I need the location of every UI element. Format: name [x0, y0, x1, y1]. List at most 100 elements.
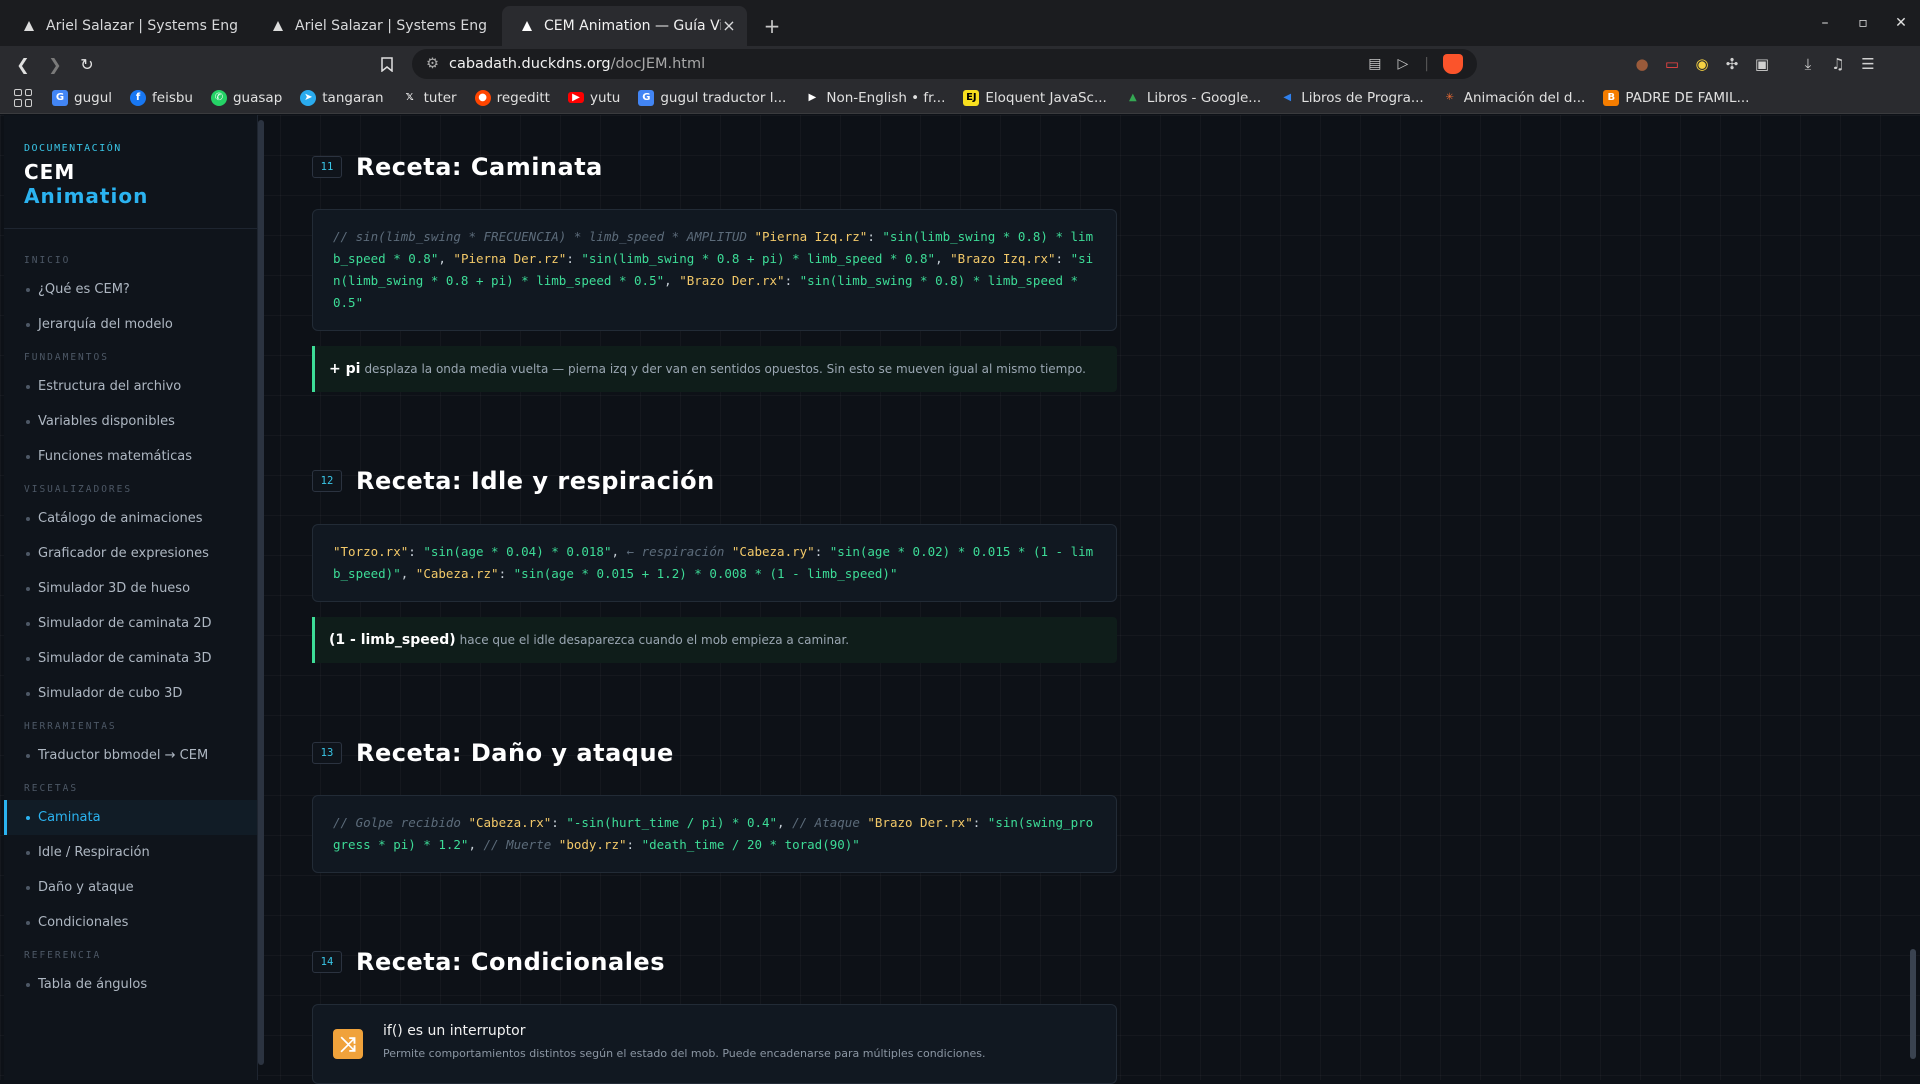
play-icon: ▶ — [808, 92, 817, 103]
extension-circle-icon[interactable]: ◉ — [1687, 49, 1717, 79]
code-comment: // Muerte — [483, 837, 559, 852]
sidebar-item-caminata-3d[interactable]: Simulador de caminata 3D — [4, 641, 257, 676]
extensions-puzzle-icon[interactable]: ✣ — [1717, 49, 1747, 79]
extension-cookie-icon[interactable]: ● — [1627, 49, 1657, 79]
code-comment: // Ataque — [792, 815, 868, 830]
bookmark-regeditt[interactable]: ● regeditt — [474, 89, 550, 106]
card-description: Permite comportamientos distintos según … — [383, 1047, 986, 1060]
nav-section-title: RECETAS — [24, 783, 79, 794]
whatsapp-icon: ✆ — [210, 89, 227, 106]
bookmark-guasap[interactable]: ✆ guasap — [210, 89, 282, 106]
sidebar-item-catalogo[interactable]: Catálogo de animaciones — [4, 501, 257, 536]
sidebar-item-idle[interactable]: Idle / Respiración — [4, 835, 257, 870]
code-key: "Cabeza.ry" — [731, 544, 815, 559]
sidebar-item-caminata[interactable]: Caminata — [4, 800, 257, 835]
bookmark-icon[interactable] — [372, 49, 402, 79]
section-number: 12 — [312, 470, 342, 492]
code-punct: , — [777, 815, 793, 830]
downloads-icon[interactable]: ⤓ — [1793, 49, 1823, 79]
code-punct: , — [664, 273, 680, 288]
bookmark-yutu[interactable]: ▶ yutu — [567, 90, 620, 106]
sidebar-item-funciones[interactable]: Funciones matemáticas — [4, 439, 257, 474]
nav-section-title: INICIO — [24, 255, 71, 266]
sidebar-item-graficador[interactable]: Graficador de expresiones — [4, 536, 257, 571]
site-favicon-icon — [271, 19, 285, 33]
bookmark-non-english[interactable]: ▶ Non-English • fr... — [804, 90, 945, 106]
close-tab-icon[interactable]: × — [721, 18, 737, 34]
tab-3-active[interactable]: CEM Animation — Guía Visu × — [502, 6, 747, 46]
note-text: hace que el idle desaparezca cuando el m… — [459, 633, 850, 647]
send-icon[interactable]: ▷ — [1398, 56, 1409, 72]
nav-section-herramientas: HERRAMIENTAS Traductor bbmodel → CEM — [4, 721, 257, 773]
nav-section-referencia: REFERENCIA Tabla de ángulos — [4, 950, 257, 1002]
blogger-icon: B — [1603, 89, 1620, 106]
tab-1[interactable]: Ariel Salazar | Systems Enginee — [4, 6, 249, 46]
bookmark-padre-de-familia[interactable]: B PADRE DE FAMIL... — [1603, 89, 1749, 106]
sidebar-scrollbar[interactable] — [258, 120, 264, 1065]
section-number: 13 — [312, 742, 342, 764]
bookmark-feisbu[interactable]: f feisbu — [130, 89, 193, 106]
reader-mode-icon[interactable]: ▤ — [1368, 56, 1381, 72]
bookmark-tangaran[interactable]: ➤ tangaran — [300, 89, 384, 106]
reddit-icon: ● — [474, 89, 491, 106]
sidebar-item-estructura[interactable]: Estructura del archivo — [4, 369, 257, 404]
menu-icon[interactable]: ☰ — [1853, 49, 1883, 79]
card-title: if() es un interruptor — [383, 1023, 526, 1039]
bookmark-libros-programacion[interactable]: ◀ Libros de Progra... — [1279, 90, 1423, 106]
code-key: "Torzo.rx" — [333, 544, 409, 559]
sidebar-item-jerarquia[interactable]: Jerarquía del modelo — [4, 307, 257, 342]
code-punct: , — [611, 544, 627, 559]
x-icon: 𝕏 — [405, 92, 414, 103]
close-window-icon[interactable]: ✕ — [1882, 6, 1920, 40]
bookmark-gugul[interactable]: Ggugul — [52, 89, 112, 106]
bookmark-tuter[interactable]: 𝕏tuter — [402, 90, 457, 106]
forward-icon[interactable]: ❯ — [40, 49, 70, 79]
sidebar-item-dano-ataque[interactable]: Daño y ataque — [4, 870, 257, 905]
sidebar-item-variables[interactable]: Variables disponibles — [4, 404, 257, 439]
brand-name-line2: Animation — [24, 184, 149, 208]
sidebar-item-caminata-2d[interactable]: Simulador de caminata 2D — [4, 606, 257, 641]
code-string: "sin(age * 0.04) * 0.018" — [423, 544, 612, 559]
page-viewport: DOCUMENTACIÓN CEM Animation INICIO ¿Qué … — [0, 115, 1920, 1084]
bookmark-translate[interactable]: Ggugul traductor l... — [638, 89, 786, 106]
maximize-icon[interactable]: ▫ — [1844, 6, 1882, 40]
bookmarks-bar: Ggugul f feisbu ✆ guasap ➤ tangaran 𝕏tuter … — [0, 82, 1920, 114]
back-icon[interactable]: ❮ — [8, 49, 38, 79]
browser-toolbar: ❮ ❯ ↻ ⚙ cabadath.duckdns.org /docJEM.htm… — [0, 46, 1920, 82]
page-scrollbar[interactable] — [1910, 949, 1916, 1059]
sidebar-brand: DOCUMENTACIÓN CEM Animation — [4, 115, 257, 208]
brave-shield-icon[interactable] — [1443, 54, 1463, 74]
address-bar[interactable]: ⚙ cabadath.duckdns.org /docJEM.html ▤ ▷ … — [412, 49, 1477, 79]
note-highlight: + pi — [329, 361, 361, 377]
bookmark-animacion[interactable]: ✳ Animación del d... — [1442, 90, 1586, 106]
sidebar-item-tabla-angulos[interactable]: Tabla de ángulos — [4, 967, 257, 1002]
new-tab-icon[interactable]: + — [757, 6, 787, 46]
minimize-icon[interactable]: – — [1806, 6, 1844, 40]
brand-kicker: DOCUMENTACIÓN — [24, 143, 122, 154]
bookmark-eloquent-js[interactable]: EJ Eloquent JavaSc... — [963, 89, 1107, 106]
sidebar-panel-icon[interactable]: ▣ — [1747, 49, 1777, 79]
sidebar-item-traductor[interactable]: Traductor bbmodel → CEM — [4, 738, 257, 773]
section-header-idle: 12 Receta: Idle y respiración — [312, 467, 715, 495]
code-key: "Brazo Izq.rx" — [950, 251, 1056, 266]
extension-cast-icon[interactable]: ▭ — [1657, 49, 1687, 79]
bookmark-libros-google[interactable]: ▲ Libros - Google... — [1125, 90, 1261, 106]
code-key: "Pierna Der.rz" — [453, 251, 567, 266]
site-settings-icon[interactable]: ⚙ — [426, 56, 439, 72]
code-punct: : — [408, 544, 424, 559]
code-key: "Brazo Der.rx" — [679, 273, 785, 288]
media-icon[interactable]: ♫ — [1823, 49, 1853, 79]
apps-grid-icon[interactable] — [14, 88, 32, 107]
section-number: 14 — [312, 951, 342, 973]
nav-section-fundamentos: FUNDAMENTOS Estructura del archivo Varia… — [4, 352, 257, 474]
sidebar-item-simulador-hueso[interactable]: Simulador 3D de hueso — [4, 571, 257, 606]
code-string: "-sin(hurt_time / pi) * 0.4" — [566, 815, 778, 830]
sidebar-item-cubo-3d[interactable]: Simulador de cubo 3D — [4, 676, 257, 711]
google-icon: G — [52, 89, 68, 106]
sidebar-item-que-es-cem[interactable]: ¿Qué es CEM? — [4, 272, 257, 307]
code-comment: // Golpe recibido — [333, 815, 469, 830]
sidebar-item-condicionales[interactable]: Condicionales — [4, 905, 257, 940]
reload-icon[interactable]: ↻ — [72, 49, 102, 79]
tab-2[interactable]: Ariel Salazar | Systems Enginee — [253, 6, 498, 46]
section-title: Receta: Daño y ataque — [356, 739, 674, 767]
